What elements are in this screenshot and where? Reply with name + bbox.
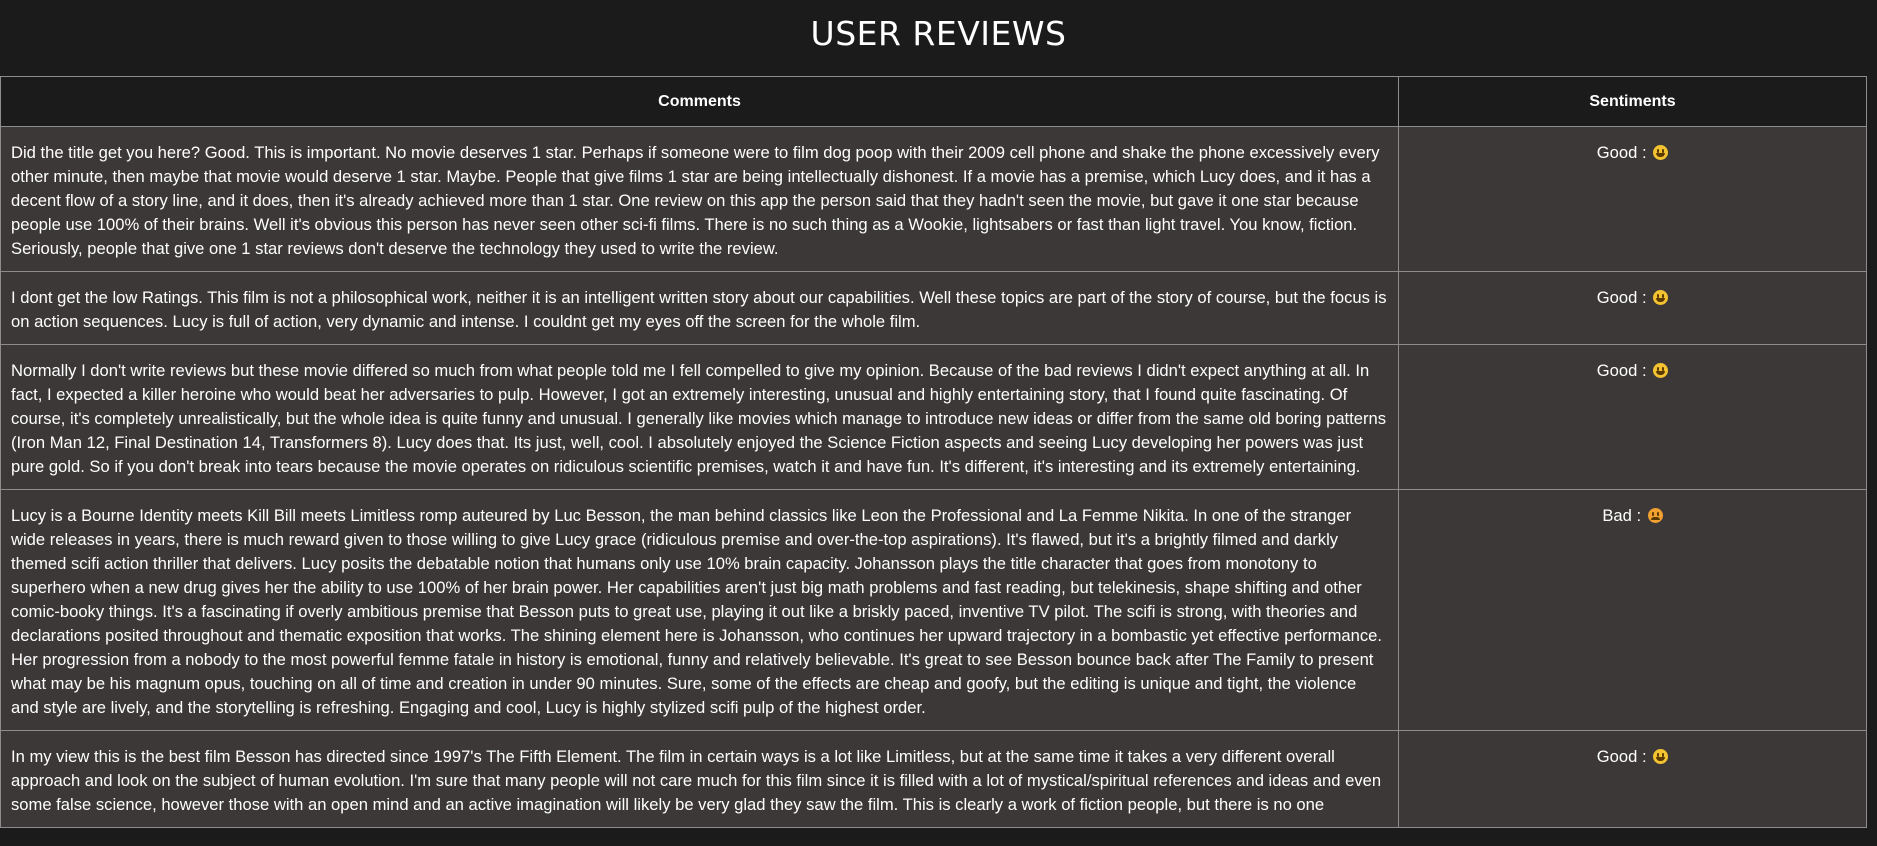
sentiment-cell: Good : <box>1398 344 1867 490</box>
sentiment-label: Good : <box>1596 747 1647 766</box>
table-row: In my view this is the best film Besson … <box>0 730 1867 828</box>
comment-cell: Normally I don't write reviews but these… <box>0 344 1399 490</box>
sentiment-cell: Good : <box>1398 730 1867 828</box>
grinning-face-icon <box>1653 145 1669 160</box>
sentiments-header: Sentiments <box>1398 76 1867 127</box>
sentiment-label: Good : <box>1596 143 1647 162</box>
comment-cell: In my view this is the best film Besson … <box>0 730 1399 828</box>
comment-cell: Did the title get you here? Good. This i… <box>0 126 1399 272</box>
comments-header: Comments <box>0 76 1399 127</box>
table-row: Did the title get you here? Good. This i… <box>0 126 1867 272</box>
sentiment-label: Bad : <box>1602 506 1642 525</box>
table-row: Normally I don't write reviews but these… <box>0 344 1867 490</box>
comment-cell: I dont get the low Ratings. This film is… <box>0 271 1399 345</box>
table-row: I dont get the low Ratings. This film is… <box>0 271 1867 345</box>
sentiment-cell: Good : <box>1398 271 1867 345</box>
grinning-face-icon <box>1653 290 1669 305</box>
table-row: Lucy is a Bourne Identity meets Kill Bil… <box>0 489 1867 731</box>
comment-cell: Lucy is a Bourne Identity meets Kill Bil… <box>0 489 1399 731</box>
grinning-face-icon <box>1653 749 1669 764</box>
persevering-face-icon <box>1647 508 1663 523</box>
grinning-face-icon <box>1653 363 1669 378</box>
reviews-table: Comments Sentiments Did the title get yo… <box>0 76 1867 828</box>
sentiment-cell: Good : <box>1398 126 1867 272</box>
table-header-row: Comments Sentiments <box>0 76 1867 127</box>
sentiment-label: Good : <box>1596 288 1647 307</box>
sentiment-cell: Bad : <box>1398 489 1867 731</box>
page-title: USER REVIEWS <box>810 14 1067 53</box>
sentiment-label: Good : <box>1596 361 1647 380</box>
